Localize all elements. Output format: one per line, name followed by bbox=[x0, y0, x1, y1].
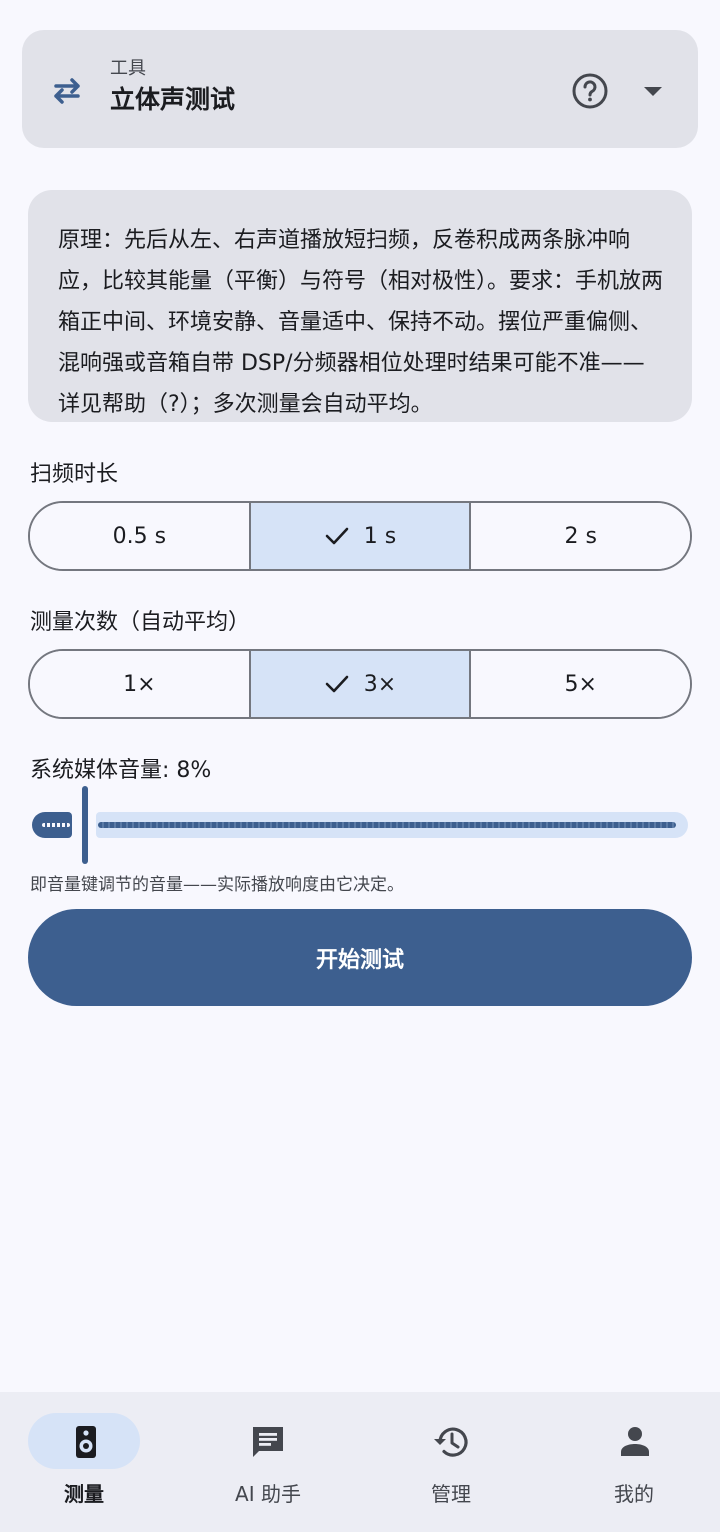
measure-count-segmented: 1× 3× 5× bbox=[28, 649, 692, 719]
segment-label: 5× bbox=[564, 671, 597, 697]
check-icon bbox=[325, 675, 349, 693]
nav-item-measure[interactable]: 测量 bbox=[0, 1392, 180, 1532]
segment-label: 1 s bbox=[363, 523, 397, 549]
start-test-button[interactable]: 开始测试 bbox=[28, 909, 692, 1006]
segment-label: 3× bbox=[363, 671, 397, 697]
principle-text: 原理：先后从左、右声道播放短扫频，反卷积成两条脉冲响应，比较其能量（平衡）与符号… bbox=[58, 228, 664, 417]
check-icon bbox=[325, 527, 349, 545]
segment-label: 0.5 s bbox=[112, 523, 167, 549]
nav-item-ai-assistant[interactable]: AI 助手 bbox=[178, 1392, 358, 1532]
nav-label: 我的 bbox=[614, 1482, 654, 1506]
sweep-duration-label: 扫频时长 bbox=[30, 462, 119, 487]
sweep-option-0-5s[interactable]: 0.5 s bbox=[30, 503, 251, 569]
sweep-option-2s[interactable]: 2 s bbox=[471, 503, 690, 569]
segment-label: 1× bbox=[123, 671, 156, 697]
slider-active-stop-indicator bbox=[42, 823, 70, 827]
help-icon[interactable] bbox=[571, 72, 609, 110]
person-icon bbox=[621, 1427, 649, 1456]
nav-item-profile[interactable]: 我的 bbox=[544, 1392, 720, 1532]
count-option-1x[interactable]: 1× bbox=[30, 651, 251, 717]
sweep-duration-segmented: 0.5 s 1 s 2 s bbox=[28, 501, 692, 571]
tool-category-label: 工具 bbox=[110, 58, 146, 79]
slider-handle[interactable] bbox=[82, 786, 88, 864]
slider-tick-marks bbox=[98, 822, 676, 828]
segment-label: 2 s bbox=[564, 523, 597, 549]
sweep-option-1s[interactable]: 1 s bbox=[250, 503, 472, 569]
page: 工具 立体声测试 原理：先后从左、右声道播放短扫频，反卷积成两条脉冲响应，比较其… bbox=[0, 0, 720, 1532]
history-icon bbox=[434, 1427, 468, 1457]
nav-label: AI 助手 bbox=[235, 1482, 301, 1506]
nav-item-manage[interactable]: 管理 bbox=[361, 1392, 541, 1532]
bottom-navigation-bar: 测量 AI 助手 管理 我的 bbox=[0, 1392, 720, 1532]
volume-label: 系统媒体音量: 8% bbox=[30, 758, 212, 783]
dropdown-arrow-icon[interactable] bbox=[642, 84, 664, 98]
volume-hint: 即音量键调节的音量——实际播放响度由它决定。 bbox=[30, 875, 404, 895]
count-option-3x[interactable]: 3× bbox=[250, 651, 472, 717]
count-option-5x[interactable]: 5× bbox=[471, 651, 690, 717]
principle-info-box: 原理：先后从左、右声道播放短扫频，反卷积成两条脉冲响应，比较其能量（平衡）与符号… bbox=[28, 190, 692, 422]
swap-icon bbox=[54, 78, 80, 104]
measure-count-label: 测量次数（自动平均） bbox=[30, 610, 251, 635]
nav-label: 测量 bbox=[64, 1482, 104, 1506]
volume-slider[interactable] bbox=[30, 786, 690, 864]
tool-header-texts: 工具 立体声测试 bbox=[110, 56, 235, 118]
chat-icon bbox=[253, 1427, 283, 1457]
tool-title: 立体声测试 bbox=[110, 85, 236, 114]
speaker-icon bbox=[76, 1426, 96, 1458]
nav-label: 管理 bbox=[431, 1482, 471, 1506]
